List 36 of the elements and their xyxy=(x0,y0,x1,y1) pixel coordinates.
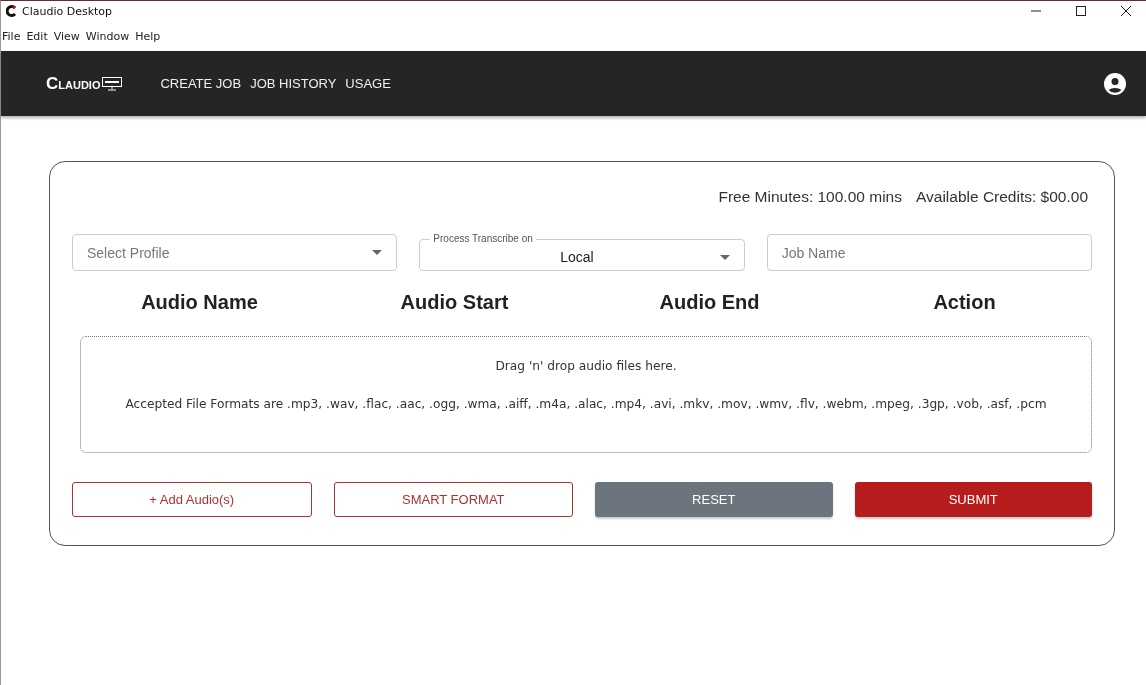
column-header: Audio Name xyxy=(140,291,259,314)
column-header: Action xyxy=(932,291,997,314)
column-header: Audio Start xyxy=(399,291,510,314)
close-icon[interactable] xyxy=(1121,6,1131,16)
field-placeholder: Job Name xyxy=(781,244,847,261)
maximize-icon[interactable] xyxy=(1076,6,1086,16)
nav-link[interactable]: JOB HISTORY xyxy=(250,76,337,91)
stat-text: Available Credits: $00.00 xyxy=(915,188,1088,206)
action-button[interactable]: + Add Audio(s) xyxy=(72,482,312,517)
accepted-formats-text: Accepted File Formats are .mp3, .wav, .flac, .aac, .ogg, .wma, .aiff, .m4a, .alac, .mp4, .avi, .mkv, .mov, .wmv, .flv, .webm, .mpeg, .3gp, .vob, .asf, .pcm xyxy=(125,397,1047,411)
field-placeholder: Select Profile xyxy=(87,244,171,261)
nav-link[interactable]: CREATE JOB xyxy=(160,76,242,91)
window-title: Claudio Desktop xyxy=(22,4,114,18)
action-button[interactable]: SUBMIT xyxy=(854,482,1092,517)
input-field[interactable]: Job Name xyxy=(766,234,1092,271)
column-header: Audio End xyxy=(658,291,761,314)
stat-text: Free Minutes: 100.00 mins xyxy=(718,188,902,206)
monitor-icon xyxy=(102,76,123,91)
drop-zone-title: Drag 'n' drop audio files here. xyxy=(495,359,677,373)
select-field[interactable]: Process Transcribe on Local xyxy=(419,234,745,271)
dropdown-caret-icon xyxy=(372,250,383,255)
action-button[interactable]: RESET xyxy=(595,482,833,517)
menu-item[interactable]: Help xyxy=(135,29,161,43)
field-label: Process Transcribe on xyxy=(432,234,534,244)
app-logo-icon xyxy=(6,5,17,17)
dropdown-caret-icon xyxy=(719,254,730,260)
menu-item[interactable]: Edit xyxy=(26,29,48,43)
nav-link[interactable]: USAGE xyxy=(345,76,391,91)
menu-item[interactable]: Window xyxy=(85,29,130,43)
user-account-icon[interactable] xyxy=(1104,72,1126,95)
logo: CLAUDIO xyxy=(46,73,101,94)
field-value: Local xyxy=(559,249,595,265)
menu-item[interactable]: View xyxy=(53,29,80,43)
menu-item[interactable]: File xyxy=(2,29,21,43)
select-field[interactable]: Select Profile xyxy=(72,234,398,271)
action-button[interactable]: SMART FORMAT xyxy=(333,482,573,517)
